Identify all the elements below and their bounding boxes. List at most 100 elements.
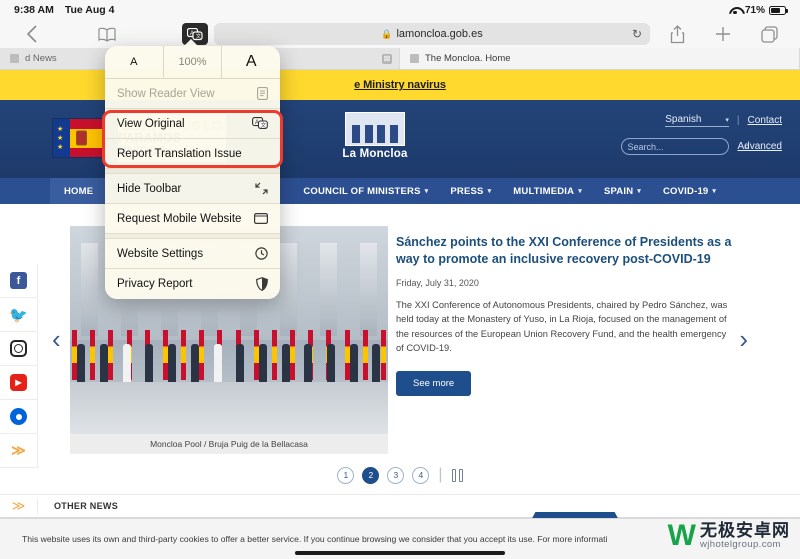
privacy-shield-icon [256,277,268,291]
nav-item-covid19[interactable]: COVID-19 ▾ [652,178,727,204]
social-link-youtube[interactable]: ▶ [0,366,37,400]
carousel-next-button[interactable]: › [739,324,748,355]
nav-item-council-of-ministers[interactable]: COUNCIL OF MINISTERS ▾ [292,178,439,204]
nav-item-home[interactable]: HOME [50,178,108,204]
settings-gear-icon [255,247,268,260]
twitter-icon: 🐦 [9,306,28,324]
menu-item-hide-toolbar[interactable]: Hide Toolbar [105,174,280,204]
pager-dot-4[interactable]: 4 [412,466,430,484]
advanced-search-link[interactable]: Advanced [738,141,782,152]
moncloa-logo[interactable]: La Moncloa [330,112,420,160]
status-date: Tue Aug 4 [64,4,115,16]
carousel-pagination: 1 2 3 4 | [0,466,800,484]
tab-close-icon[interactable]: ⊠ [382,53,392,64]
menu-label: Request Mobile Website [117,212,242,225]
carousel-prev-button[interactable]: ‹ [52,324,61,355]
divider: | [438,466,443,483]
zoom-level-label: 100% [164,46,223,78]
zoom-out-button[interactable]: A [105,46,164,78]
nav-label: COVID-19 [663,185,709,197]
spain-eu-flag-icon: ★ ★ ★ [52,118,106,158]
zoom-in-button[interactable]: A [222,46,280,78]
social-link-instagram[interactable] [0,332,37,366]
language-selector[interactable]: Spanish ▾ [665,114,729,127]
flickr-icon [10,408,27,425]
social-link-twitter[interactable]: 🐦 [0,298,37,332]
home-indicator[interactable] [295,551,505,555]
nav-item-press[interactable]: PRESS ▾ [439,178,502,204]
social-link-facebook[interactable]: f [0,264,37,298]
menu-item-show-reader-view[interactable]: Show Reader View [105,79,280,109]
pager-dot-2[interactable]: 2 [362,466,380,484]
chevron-down-icon: ▾ [637,188,641,195]
nav-label: MULTIMEDIA [513,185,575,197]
rss-icon[interactable]: ≫ [0,498,38,514]
covid-notice-link[interactable]: e Ministry navirus [354,79,446,91]
nav-label: HOME [64,185,94,197]
battery-icon [769,5,788,15]
featured-article: Sánchez points to the XXI Conference of … [396,234,732,397]
menu-item-privacy-report[interactable]: Privacy Report [105,269,280,299]
tab-moncloa-home[interactable]: The Moncloa. Home [400,48,800,69]
menu-item-view-original[interactable]: View Original A 文 [105,109,280,139]
cookie-text: This website uses its own and third-part… [22,534,608,544]
tab-title: The Moncloa. Home [425,53,511,64]
share-button[interactable] [660,22,694,46]
photo-caption: Moncloa Pool / Bruja Puig de la Bellacas… [70,434,388,454]
url-text: lamoncloa.gob.es [396,28,483,40]
nav-item-spain[interactable]: SPAIN ▾ [593,178,652,204]
menu-label: Hide Toolbar [117,182,182,195]
nav-item-multimedia[interactable]: MULTIMEDIA ▾ [502,178,593,204]
tab-title: d News [25,53,57,64]
mobile-window-icon [254,213,268,224]
nav-label: SPAIN [603,185,634,197]
contact-link[interactable]: Contact [748,115,782,126]
new-tab-button[interactable] [706,22,740,46]
address-bar[interactable]: 🔒 lamoncloa.gob.es ↻ [214,23,650,45]
search-input[interactable] [627,141,745,152]
arrows-collapse-icon [255,182,268,195]
nav-label: COUNCIL OF MINISTERS [303,185,421,197]
menu-item-request-mobile-website[interactable]: Request Mobile Website [105,204,280,234]
lock-icon: 🔒 [381,28,393,39]
screen: 9:38 AM Tue Aug 4 71% A 文 🔒 lamoncloa.go… [0,0,800,559]
menu-label: Website Settings [117,247,204,260]
pager-dot-1[interactable]: 1 [337,466,355,484]
social-link-flickr[interactable] [0,400,37,434]
article-title[interactable]: Sánchez points to the XXI Conference of … [396,234,732,268]
pager-dot-3[interactable]: 3 [387,466,405,484]
menu-item-report-translation-issue[interactable]: Report Translation Issue [105,139,280,169]
watermark: W 无极安卓网 wjhotelgroup.com [668,521,790,551]
pause-icon[interactable] [451,468,463,482]
article-summary: The XXI Conference of Autonomous Preside… [396,299,728,353]
menu-label: Show Reader View [117,87,215,100]
header-utilities: Spanish ▾ | Contact ⌕ Advanced [552,114,782,155]
see-more-button[interactable]: See more [396,371,472,397]
watermark-cn: 无极安卓网 [700,521,790,541]
rss-icon: ≫ [11,442,26,458]
status-time: 9:38 AM [14,4,54,16]
back-button[interactable] [14,22,48,46]
reader-view-icon [257,87,268,100]
bookmarks-button[interactable] [90,22,124,46]
search-box[interactable]: ⌕ [620,138,750,155]
other-news-label: OTHER NEWS [54,501,119,511]
tab-favicon [410,54,419,63]
page-settings-popup: A 100% A Show Reader View View Original … [105,39,280,299]
chevron-down-icon: ▾ [424,188,429,195]
social-link-rss[interactable]: ≫ [0,434,37,468]
menu-label: Privacy Report [117,278,193,290]
status-bar: 9:38 AM Tue Aug 4 71% [0,0,800,20]
social-rail: f 🐦 ▶ ≫ [0,264,38,468]
chevron-down-icon: ▾ [487,188,492,195]
moncloa-name: La Moncloa [342,148,408,160]
show-tabs-button[interactable] [752,22,786,46]
menu-item-website-settings[interactable]: Website Settings [105,239,280,269]
menu-label: View Original [117,117,185,130]
watermark-en: wjhotelgroup.com [700,538,781,550]
article-date: Friday, July 31, 2020 [396,277,479,288]
reload-icon[interactable]: ↻ [632,27,642,41]
chevron-down-icon: ▾ [712,188,717,195]
wifi-icon [729,6,741,15]
zoom-controls: A 100% A [105,46,280,79]
